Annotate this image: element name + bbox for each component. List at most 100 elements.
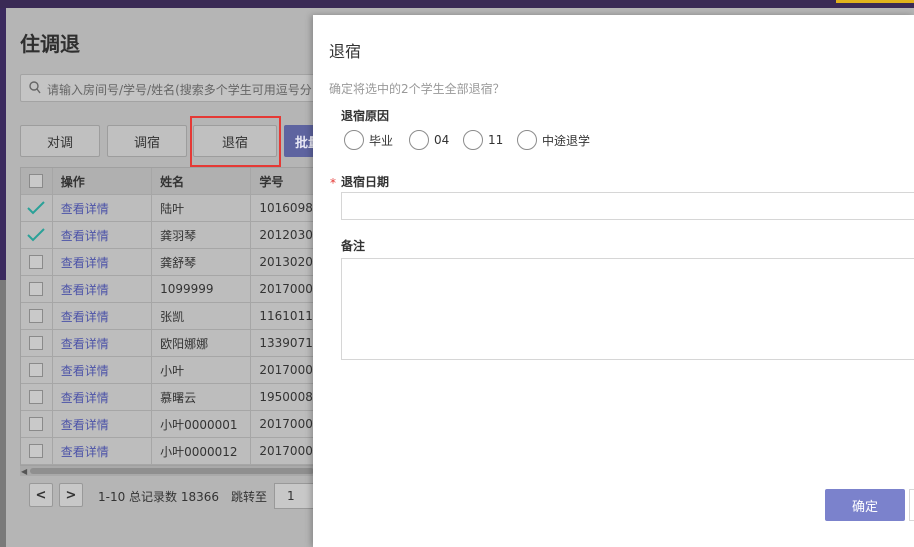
- checkout-date-input[interactable]: [341, 192, 914, 220]
- next-page-button[interactable]: >: [59, 483, 83, 507]
- table-header: 操作 姓名 学号: [21, 167, 313, 195]
- reason-radio-dropout[interactable]: 中途退学: [517, 129, 590, 151]
- student-name: 小叶: [152, 356, 252, 384]
- table-row[interactable]: 查看详情 龚舒琴 2013020: [21, 248, 313, 276]
- row-select-cell[interactable]: [21, 410, 53, 438]
- row-select-cell[interactable]: [21, 221, 53, 249]
- student-name: 陆叶: [152, 194, 252, 222]
- scrollbar-thumb[interactable]: [30, 468, 314, 474]
- search-input[interactable]: 请输入房间号/学号/姓名(搜索多个学生可用逗号分: [20, 74, 320, 102]
- student-name: 张凯: [152, 302, 252, 330]
- table-row[interactable]: 查看详情 慕曙云 1950008: [21, 383, 313, 411]
- row-checkbox[interactable]: [29, 255, 44, 269]
- row-select-cell[interactable]: [21, 356, 53, 384]
- student-id: 1950008: [259, 390, 313, 404]
- table-row[interactable]: 查看详情 1099999 2017000: [21, 275, 313, 303]
- row-checkbox[interactable]: [29, 390, 44, 404]
- student-id: 2012030: [259, 228, 313, 242]
- table-row[interactable]: 查看详情 小叶0000012 2017000: [21, 437, 313, 465]
- student-name: 小叶0000001: [152, 410, 252, 438]
- duidiao-button[interactable]: 对调: [20, 125, 100, 157]
- confirm-text: 确定将选中的2个学生全部退宿？: [329, 82, 505, 96]
- column-header-action: 操作: [53, 167, 153, 195]
- student-name: 欧阳娜娜: [152, 329, 252, 357]
- row-checkbox[interactable]: [29, 336, 44, 350]
- radio-label: 中途退学: [542, 133, 591, 148]
- column-header-name: 姓名: [152, 167, 252, 195]
- view-details-link[interactable]: 查看详情: [61, 443, 109, 460]
- radio-circle[interactable]: [344, 130, 364, 150]
- scroll-left-icon[interactable]: ◀: [21, 467, 27, 476]
- search-placeholder: 请输入房间号/学号/姓名(搜索多个学生可用逗号分: [47, 83, 312, 97]
- prev-page-button[interactable]: <: [29, 483, 53, 507]
- row-select-cell[interactable]: [21, 248, 53, 276]
- student-name: 1099999: [152, 275, 252, 303]
- student-id: 1161011: [259, 309, 313, 323]
- student-id: 2013020: [259, 255, 313, 269]
- view-details-link[interactable]: 查看详情: [61, 308, 109, 325]
- row-checkbox[interactable]: [29, 444, 44, 458]
- row-checkbox[interactable]: [29, 282, 44, 296]
- table-row[interactable]: 查看详情 张凯 1161011: [21, 302, 313, 330]
- table-row[interactable]: 查看详情 小叶0000001 2017000: [21, 410, 313, 438]
- view-details-link[interactable]: 查看详情: [61, 281, 109, 298]
- radio-label: 04: [434, 133, 450, 147]
- date-label: 退宿日期: [341, 175, 390, 189]
- select-all-cell[interactable]: [21, 167, 53, 195]
- row-checkbox[interactable]: [29, 363, 44, 377]
- page-title: 住调退: [20, 32, 80, 56]
- reason-radio-graduate[interactable]: 毕业: [344, 129, 393, 151]
- select-all-checkbox[interactable]: [29, 174, 44, 188]
- modal-title: 退宿: [329, 42, 362, 61]
- view-details-link[interactable]: 查看详情: [61, 227, 109, 244]
- radio-circle[interactable]: [409, 130, 429, 150]
- jump-page-input[interactable]: 1: [274, 483, 314, 509]
- reason-radio-11[interactable]: 11: [463, 129, 503, 151]
- view-details-link[interactable]: 查看详情: [61, 335, 109, 352]
- column-header-id: 学号: [259, 174, 284, 189]
- required-mark: *: [330, 176, 336, 190]
- view-details-link[interactable]: 查看详情: [61, 362, 109, 379]
- student-id: 1016098: [259, 201, 313, 215]
- radio-label: 毕业: [369, 133, 394, 148]
- student-name: 龚羽琴: [152, 221, 252, 249]
- jump-label: 跳转至: [231, 490, 268, 504]
- student-id: 1339071: [259, 336, 313, 350]
- student-id: 2017000: [259, 417, 313, 431]
- radio-label: 11: [488, 133, 504, 147]
- row-checkbox[interactable]: [29, 417, 44, 431]
- row-select-cell[interactable]: [21, 302, 53, 330]
- top-bar-accent: [836, 0, 914, 3]
- view-details-link[interactable]: 查看详情: [61, 389, 109, 406]
- table-row[interactable]: 查看详情 小叶 2017000: [21, 356, 313, 384]
- student-name: 龚舒琴: [152, 248, 252, 276]
- row-checkbox[interactable]: [29, 309, 44, 323]
- row-select-cell[interactable]: [21, 194, 53, 222]
- row-select-cell[interactable]: [21, 275, 53, 303]
- table-row[interactable]: 查看详情 龚羽琴 2012030: [21, 221, 313, 249]
- radio-circle[interactable]: [517, 130, 537, 150]
- view-details-link[interactable]: 查看详情: [61, 416, 109, 433]
- student-id: 2017000: [259, 282, 313, 296]
- checkmark-icon[interactable]: [27, 201, 46, 215]
- table-row[interactable]: 查看详情 欧阳娜娜 1339071: [21, 329, 313, 357]
- tiaosu-button[interactable]: 调宿: [107, 125, 187, 157]
- cancel-button[interactable]: [909, 489, 914, 521]
- row-select-cell[interactable]: [21, 437, 53, 465]
- view-details-link[interactable]: 查看详情: [61, 254, 109, 271]
- view-details-link[interactable]: 查看详情: [61, 200, 109, 217]
- horizontal-scrollbar[interactable]: ◀: [20, 466, 314, 476]
- search-icon: [29, 81, 41, 94]
- highlight-annotation: [190, 116, 281, 167]
- student-name: 小叶0000012: [152, 437, 252, 465]
- note-textarea[interactable]: [341, 258, 914, 360]
- reason-radio-04[interactable]: 04: [409, 129, 449, 151]
- confirm-button[interactable]: 确定: [825, 489, 905, 521]
- student-id: 2017000: [259, 363, 313, 377]
- table-row[interactable]: 查看详情 陆叶 1016098: [21, 194, 313, 222]
- checkmark-icon[interactable]: [27, 228, 46, 242]
- pagination-info: 1-10 总记录数 18366: [98, 490, 220, 504]
- row-select-cell[interactable]: [21, 383, 53, 411]
- row-select-cell[interactable]: [21, 329, 53, 357]
- radio-circle[interactable]: [463, 130, 483, 150]
